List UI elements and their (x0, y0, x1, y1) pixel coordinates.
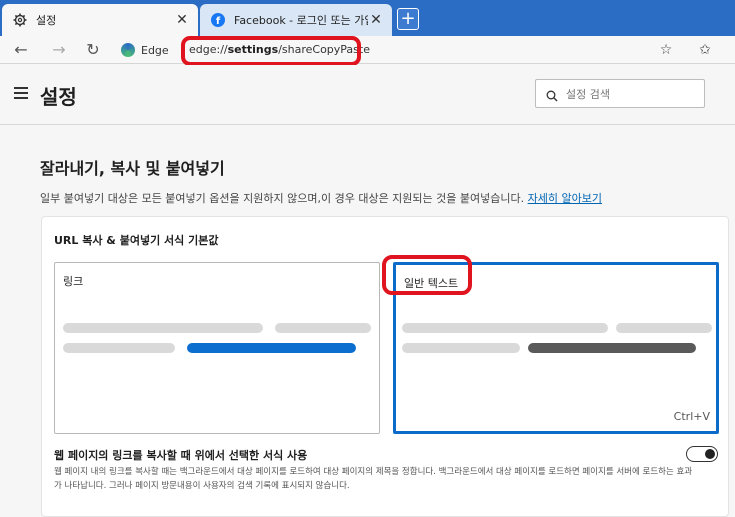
preview-line (63, 343, 175, 353)
svg-text:f: f (216, 16, 221, 27)
annotation-highlight-url (181, 36, 361, 66)
close-tab-icon[interactable]: ✕ (174, 12, 190, 28)
search-input[interactable] (566, 84, 696, 104)
edge-logo-icon (121, 43, 135, 57)
section-description: 일부 붙여넣기 대상은 모든 붙여넣기 옵션을 지원하지 않으며,이 경우 대상… (40, 190, 602, 206)
toggle-knob (705, 449, 715, 459)
new-tab-button[interactable]: + (397, 8, 419, 30)
tab-facebook[interactable]: f Facebook - 로그인 또는 가입 ✕ (200, 4, 392, 36)
add-favorite-icon[interactable]: ☆ (655, 39, 677, 61)
card-heading: URL 복사 & 붙여넣기 서식 기본값 (54, 234, 219, 247)
forward-arrow-icon[interactable]: → (48, 39, 70, 61)
search-icon (546, 87, 558, 102)
tab-settings[interactable]: 설정 ✕ (2, 4, 198, 36)
tab-strip: 설정 ✕ f Facebook - 로그인 또는 가입 ✕ + (0, 0, 735, 36)
use-format-toggle[interactable] (686, 446, 718, 462)
tab-title: 설정 (36, 14, 57, 27)
back-arrow-icon[interactable]: ← (10, 39, 32, 61)
site-identity[interactable]: Edge (121, 39, 169, 61)
settings-search[interactable] (535, 79, 705, 108)
favorites-icon[interactable]: ✩ (694, 39, 716, 61)
page-title: 설정 (40, 85, 77, 109)
preview-link-line (187, 343, 356, 353)
section-description-text: 일부 붙여넣기 대상은 모든 붙여넣기 옵션을 지원하지 않으며,이 경우 대상… (40, 192, 525, 205)
preview-line (402, 323, 608, 333)
close-tab-icon[interactable]: ✕ (368, 12, 384, 28)
preview-line (616, 323, 712, 333)
gear-icon (12, 12, 28, 28)
annotation-highlight-plain-text (382, 255, 472, 295)
settings-header: 설정 (0, 65, 735, 125)
preview-line (63, 323, 263, 333)
option-link[interactable]: 링크 (54, 262, 380, 434)
site-label: Edge (141, 43, 169, 57)
menu-icon[interactable] (14, 87, 28, 99)
shortcut-hint: Ctrl+V (673, 410, 710, 423)
learn-more-link[interactable]: 자세히 알아보기 (528, 192, 602, 205)
address-toolbar: ← → ↻ Edge edge://settings/shareCopyPast… (0, 36, 735, 64)
section-title: 잘라내기, 복사 및 붙여넣기 (40, 159, 225, 178)
setting-label: 웹 페이지의 링크를 복사할 때 위에서 선택한 서식 사용 (54, 449, 308, 462)
preview-line (402, 343, 520, 353)
option-label: 링크 (63, 275, 84, 288)
refresh-icon[interactable]: ↻ (82, 39, 104, 61)
setting-description: 웹 페이지 내의 링크를 복사할 때는 백그라운드에서 대상 페이지를 로드하여… (54, 467, 693, 491)
preview-line (275, 323, 371, 333)
tab-title: Facebook - 로그인 또는 가입 (234, 14, 368, 27)
facebook-icon: f (210, 12, 226, 28)
preview-text-line (528, 343, 696, 353)
